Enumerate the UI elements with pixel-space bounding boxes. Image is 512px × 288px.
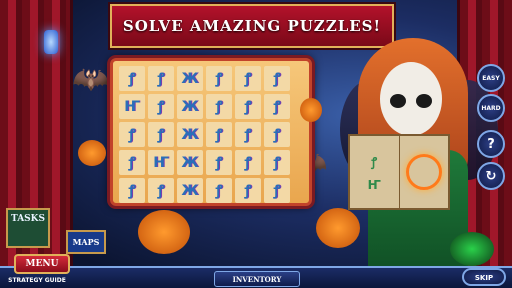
blue-lantern (44, 30, 58, 54)
puzzle-tile[interactable]: Ж (177, 150, 203, 175)
reset-icon: ↻ (485, 168, 497, 184)
easy-button[interactable]: EASY (477, 64, 505, 92)
book-right-page (400, 136, 449, 208)
puzzle-tile[interactable]: ꝭ (264, 122, 290, 147)
maps-label: MAPS (72, 237, 100, 247)
puzzle-grid: ꝭꝭЖꝭꝭꝭҤꝭЖꝭꝭꝭꝭꝭЖꝭꝭꝭꝭҤЖꝭꝭꝭꝭꝭЖꝭꝭꝭ (119, 66, 290, 203)
puzzle-tile[interactable]: ꝭ (206, 150, 232, 175)
puzzle-tile[interactable]: ꝭ (206, 178, 232, 203)
puzzle-tile[interactable]: ꝭ (206, 94, 232, 119)
book-glyph-top: ꝭ (371, 154, 378, 169)
puzzle-tile[interactable]: ꝭ (119, 122, 145, 147)
puzzle-tile[interactable]: ꝭ (264, 150, 290, 175)
pumpkin-decoration (78, 140, 106, 166)
puzzle-tile[interactable]: ꝭ (148, 66, 174, 91)
tasks-button[interactable]: TASKS (6, 208, 50, 248)
hard-label: HARD (481, 104, 501, 112)
puzzle-tile[interactable]: ꝭ (119, 150, 145, 175)
jack-o-lantern-2 (316, 208, 360, 248)
puzzle-tile[interactable]: ꝭ (148, 122, 174, 147)
puzzle-book[interactable]: ꝭ Ҥ (348, 134, 450, 210)
puzzle-tile[interactable]: Ж (177, 122, 203, 147)
puzzle-tile[interactable]: Ҥ (119, 94, 145, 119)
puzzle-tile[interactable]: ꝭ (264, 66, 290, 91)
puzzle-board: ꝭꝭЖꝭꝭꝭҤꝭЖꝭꝭꝭꝭꝭЖꝭꝭꝭꝭҤЖꝭꝭꝭꝭꝭЖꝭꝭꝭ (110, 58, 312, 206)
skip-label: SKIP (474, 274, 494, 282)
puzzle-tile[interactable]: ꝭ (235, 178, 261, 203)
glowing-ring-icon (405, 154, 442, 190)
puzzle-tile[interactable]: ꝭ (119, 66, 145, 91)
puzzle-tile[interactable]: ꝭ (235, 122, 261, 147)
banner-title: SOLVE AMAZING PUZZLES! (122, 17, 382, 35)
puzzle-tile[interactable]: ꝭ (148, 178, 174, 203)
game-scene: SOLVE AMAZING PUZZLES! 🦇 🦇 ꝭꝭЖꝭꝭꝭҤꝭЖꝭꝭꝭꝭ… (0, 0, 512, 288)
book-left-page: ꝭ Ҥ (350, 136, 400, 208)
book-glyph-bottom: Ҥ (367, 177, 381, 192)
puzzle-tile[interactable]: Ж (177, 178, 203, 203)
pumpkin-decoration-2 (300, 98, 322, 122)
puzzle-tile[interactable]: Ҥ (148, 150, 174, 175)
jack-o-lantern (138, 210, 190, 254)
hard-button[interactable]: HARD (477, 94, 505, 122)
puzzle-tile[interactable]: ꝭ (235, 94, 261, 119)
bat-decoration: 🦇 (72, 62, 110, 97)
puzzle-tile[interactable]: ꝭ (206, 66, 232, 91)
maps-button[interactable]: MAPS (66, 230, 106, 254)
easy-label: EASY (482, 74, 500, 82)
skip-button[interactable]: SKIP (462, 268, 506, 286)
puzzle-tile[interactable]: ꝭ (264, 178, 290, 203)
title-banner: SOLVE AMAZING PUZZLES! (110, 4, 394, 48)
cauldron-decoration (450, 232, 494, 266)
strategy-guide-button[interactable]: STRATEGY GUIDE (2, 273, 72, 287)
puzzle-tile[interactable]: ꝭ (235, 66, 261, 91)
puzzle-tile[interactable]: Ж (177, 94, 203, 119)
puzzle-tile[interactable]: ꝭ (148, 94, 174, 119)
character-eye-left (390, 94, 406, 108)
menu-button[interactable]: MENU (14, 254, 70, 274)
inventory-button[interactable]: INVENTORY (214, 271, 300, 287)
tasks-label: TASKS (10, 214, 45, 224)
puzzle-tile[interactable]: ꝭ (119, 178, 145, 203)
puzzle-tile[interactable]: Ж (177, 66, 203, 91)
question-icon: ? (487, 136, 495, 152)
hint-button[interactable]: ? (477, 130, 505, 158)
menu-label: MENU (25, 259, 59, 269)
inventory-label: INVENTORY (232, 274, 282, 284)
puzzle-tile[interactable]: ꝭ (235, 150, 261, 175)
reset-button[interactable]: ↻ (477, 162, 505, 190)
puzzle-tile[interactable]: ꝭ (264, 94, 290, 119)
character-eye-right (416, 94, 432, 108)
puzzle-tile[interactable]: ꝭ (206, 122, 232, 147)
strategy-guide-label: STRATEGY GUIDE (8, 276, 66, 284)
